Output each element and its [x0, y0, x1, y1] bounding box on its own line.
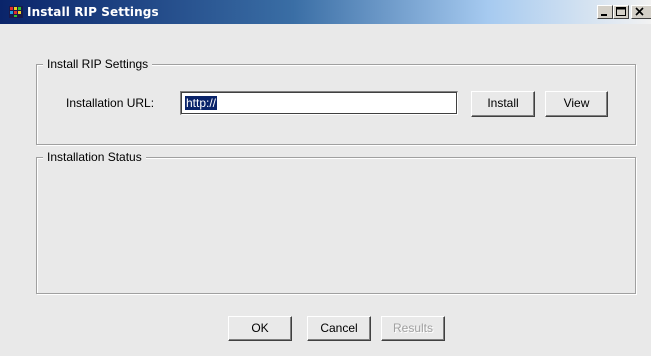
- installation-url-input[interactable]: http://: [180, 91, 458, 115]
- ok-button-label: OK: [251, 321, 269, 335]
- minimize-icon: [601, 14, 607, 16]
- close-button[interactable]: [631, 5, 651, 19]
- title-bar[interactable]: Install RIP Settings: [0, 0, 651, 24]
- results-button-label: Results: [392, 321, 433, 335]
- results-button: Results: [381, 316, 445, 341]
- installation-url-value: http://: [185, 96, 218, 110]
- cancel-button[interactable]: Cancel: [307, 316, 371, 341]
- installation-status-group: Installation Status: [36, 150, 636, 294]
- view-button[interactable]: View: [545, 91, 608, 117]
- ok-button[interactable]: OK: [228, 316, 292, 341]
- installation-status-legend: Installation Status: [43, 150, 146, 164]
- install-rip-settings-dialog: Install RIP Settings Install RIP Setting…: [0, 0, 651, 356]
- close-icon: [635, 7, 644, 16]
- app-icon: [9, 6, 23, 18]
- maximize-button[interactable]: [613, 5, 629, 19]
- cancel-button-label: Cancel: [320, 321, 358, 335]
- view-button-label: View: [563, 96, 590, 110]
- minimize-button[interactable]: [597, 5, 613, 19]
- install-button-label: Install: [487, 96, 519, 110]
- install-settings-legend: Install RIP Settings: [43, 57, 153, 71]
- maximize-icon: [616, 7, 626, 16]
- window-title: Install RIP Settings: [27, 5, 159, 19]
- installation-url-label: Installation URL:: [66, 96, 155, 110]
- install-button[interactable]: Install: [471, 91, 535, 117]
